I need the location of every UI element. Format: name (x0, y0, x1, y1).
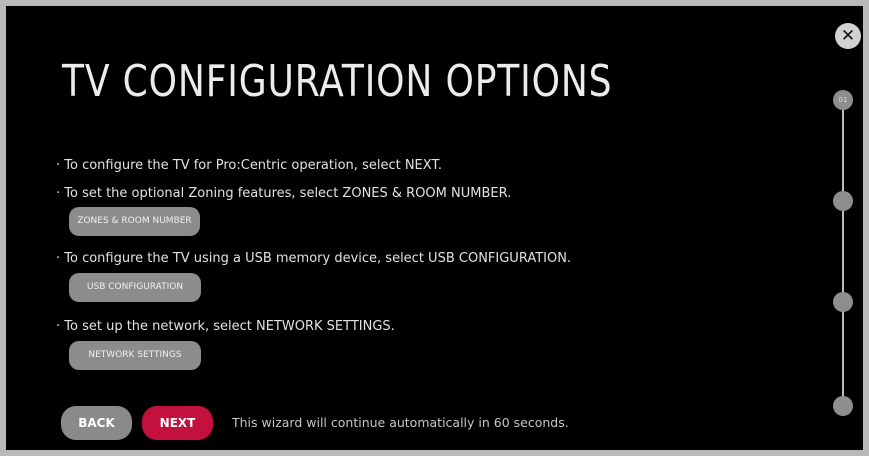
network-settings-button[interactable]: NETWORK SETTINGS (69, 341, 201, 370)
auto-continue-message: This wizard will continue automatically … (232, 415, 569, 430)
step-indicator (833, 191, 853, 211)
stepper-rail (842, 100, 844, 408)
zones-room-number-button[interactable]: ZONES & ROOM NUMBER (69, 207, 200, 236)
close-icon[interactable]: ✕ (835, 23, 861, 49)
back-button[interactable]: BACK (61, 406, 132, 440)
step-indicator (833, 292, 853, 312)
next-button[interactable]: NEXT (142, 406, 213, 440)
step-indicator (833, 396, 853, 416)
instruction-zones: · To set the optional Zoning features, s… (56, 186, 512, 201)
step-indicator-current: 01 (833, 90, 853, 110)
page-title: TV CONFIGURATION OPTIONS (62, 56, 613, 107)
usb-configuration-button[interactable]: USB CONFIGURATION (69, 273, 201, 302)
tv-screen: TV CONFIGURATION OPTIONS · To configure … (6, 6, 863, 450)
instruction-network: · To set up the network, select NETWORK … (56, 319, 395, 334)
instruction-next: · To configure the TV for Pro:Centric op… (56, 158, 442, 173)
instruction-usb: · To configure the TV using a USB memory… (56, 251, 572, 266)
